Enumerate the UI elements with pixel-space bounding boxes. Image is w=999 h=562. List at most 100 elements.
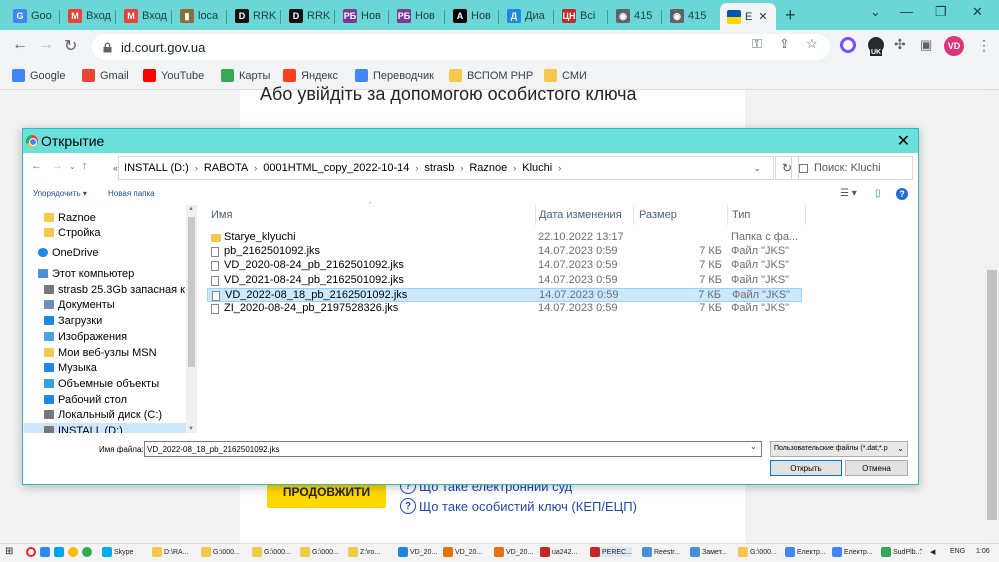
file-row[interactable]: pb_2162501092.jks 14.07.2023 0:59 7 КБ Файл… [207,245,802,259]
taskbar-item[interactable]: VD_20... [443,547,482,557]
app-icon[interactable] [40,547,50,557]
nav-item[interactable]: Этот компьютер [24,266,186,281]
link-what-is-personal-key[interactable]: ? Що таке особистий ключ (КЕП/ЕЦП) [400,498,637,514]
cancel-button[interactable]: Отмена [845,460,908,476]
up-folder-icon[interactable]: ↑ [82,160,88,172]
bookmark-item[interactable]: Переводчик [355,69,434,82]
tab-close-icon[interactable]: ✕ [758,10,767,23]
dialog-back-icon[interactable]: ← [31,160,42,172]
breadcrumb-chevron-icon[interactable]: › [460,163,463,173]
taskbar-item[interactable]: VD_20... [494,547,533,557]
breadcrumb-item[interactable]: INSTALL (D:) [124,162,189,174]
address-bar[interactable]: id.court.gov.ua [92,34,830,60]
bookmark-item[interactable]: Яндекс [283,69,338,82]
nav-item[interactable]: Изображения [24,329,186,344]
file-row[interactable]: VD_2022-08_18_pb_2162501092.jks 14.07.202… [207,287,802,302]
path-dropdown-icon[interactable]: ⌄ [753,163,761,174]
nav-item[interactable]: Объемные объекты [24,376,186,391]
bookmark-item[interactable]: СМИ [544,69,587,82]
key-icon[interactable]: ⚿ [752,36,762,52]
preview-pane-icon[interactable]: ▯ [875,188,881,199]
column-divider[interactable] [633,205,634,225]
taskbar-item[interactable]: Z:\ro... [348,547,380,557]
new-tab-button[interactable]: + [785,5,796,26]
tab-search-icon[interactable]: ⌄ [870,4,881,20]
column-header-name[interactable]: Имя [211,209,232,221]
breadcrumb-chevron-icon[interactable]: › [195,163,198,173]
menu-kebab-icon[interactable]: ⋮ [977,37,991,54]
taskbar-item[interactable]: G:\000... [252,547,291,557]
bookmark-star-icon[interactable]: ☆ [806,36,818,52]
file-row[interactable]: VD_2021-08-24_pb_2162501092.jks 14.07.202… [207,274,802,288]
extensions-puzzle-icon[interactable]: ✣ [894,36,906,53]
column-header-date[interactable]: Дата изменения [539,209,622,221]
new-folder-button[interactable]: Новая папка [108,189,155,198]
browser-tab[interactable]: D RRK [282,4,335,28]
dialog-search-input[interactable]: Поиск: Kluchi [791,156,913,180]
organize-button[interactable]: Упорядочить ▾ [33,189,87,198]
taskbar-item[interactable]: ua242... [540,547,577,557]
language-indicator[interactable]: ENG [950,548,965,555]
taskbar-item[interactable]: Замет... [690,547,727,557]
help-icon[interactable]: ? [896,188,908,200]
scrollbar-thumb[interactable] [987,270,997,520]
side-panel-icon[interactable]: ▣ [920,37,932,53]
extension-icon[interactable] [840,37,856,53]
file-row[interactable]: Starye_klyuchi 22.10.2022 13:17 Папка с фа… [207,231,802,245]
taskbar-item[interactable]: VD_20... [398,547,437,557]
dialog-forward-icon[interactable]: → [52,160,63,172]
dialog-close-icon[interactable]: ✕ [897,131,910,151]
browser-tab[interactable]: ◉ 415 [609,4,662,28]
nav-item[interactable]: Raznoe [24,210,186,225]
path-breadcrumb[interactable]: « INSTALL (D:) › RABOTA › 0001HTML_copy_2022… [113,156,774,180]
nav-item[interactable]: Мои веб-узлы MSN [24,345,186,360]
nav-item[interactable]: Документы [24,297,186,312]
browser-tab[interactable]: РБ Нов [390,4,443,28]
column-divider[interactable] [805,205,806,225]
column-header-type[interactable]: Тип [732,209,750,221]
view-options-icon[interactable]: ☰ ▾ [840,188,857,199]
app-icon[interactable] [54,547,64,557]
taskbar-item[interactable]: Електр... [832,547,873,557]
taskbar-item[interactable]: D:\RA... [152,547,189,557]
breadcrumb-chevron-icon[interactable]: › [254,163,257,173]
start-icon[interactable]: ⊞ [5,546,13,557]
browser-tab[interactable]: РБ Нов [336,4,389,28]
filename-dropdown-icon[interactable]: ⌄ [750,442,757,451]
nav-scrollbar[interactable]: ▲ ▼ [186,205,197,433]
browser-tab[interactable]: A Нов [446,4,499,28]
taskbar-item[interactable]: Електр... [785,547,826,557]
minimize-button[interactable]: — [900,4,913,19]
breadcrumb-item[interactable]: 0001HTML_copy_2022-10-14 [263,162,409,174]
nav-item[interactable]: Стройка [24,225,186,240]
scroll-up-icon[interactable]: ▲ [188,206,194,212]
nav-item[interactable]: Локальный диск (C:) [24,407,186,422]
window-close-button[interactable]: ✕ [972,4,983,20]
breadcrumb-chevron-icon[interactable]: › [415,163,418,173]
column-divider[interactable] [727,205,728,225]
clock[interactable]: 1:06 [976,548,990,555]
bookmark-item[interactable]: Google [12,69,65,82]
forward-icon[interactable]: → [38,36,54,54]
tray-chevron-icon[interactable]: ⌃ [918,548,924,556]
breadcrumb-item[interactable]: RABOTA [204,162,248,174]
recent-locations-icon[interactable]: ⌄ [69,162,76,171]
taskbar-item[interactable]: G:\000... [738,547,777,557]
file-type-filter[interactable]: Пользовательские файлы (*.dat;*.p ⌄ [770,441,908,457]
browser-tab[interactable]: Д Диа [500,4,553,28]
maximize-button[interactable]: ❐ [935,4,947,20]
taskbar-item[interactable]: PЕRЕС... [590,547,632,557]
breadcrumb-chevron-icon[interactable]: › [513,163,516,173]
browser-tab[interactable]: D RRK [228,4,281,28]
nav-item[interactable]: Рабочий стол [24,392,186,407]
open-button[interactable]: Открыть [770,460,842,476]
chrome-icon[interactable] [82,547,92,557]
volume-icon[interactable]: ◀ [930,548,935,556]
taskbar-item[interactable]: G:\000... [300,547,339,557]
browser-tab[interactable]: ◉ 415 [663,4,716,28]
breadcrumb-item[interactable]: Raznoe [469,162,507,174]
nav-item[interactable]: Загрузки [24,313,186,328]
column-header-size[interactable]: Размер [639,209,677,221]
filename-input[interactable] [144,441,762,457]
file-row[interactable]: ZI_2020-08-24_pb_2197528326.jks 14.07.202… [207,302,802,316]
